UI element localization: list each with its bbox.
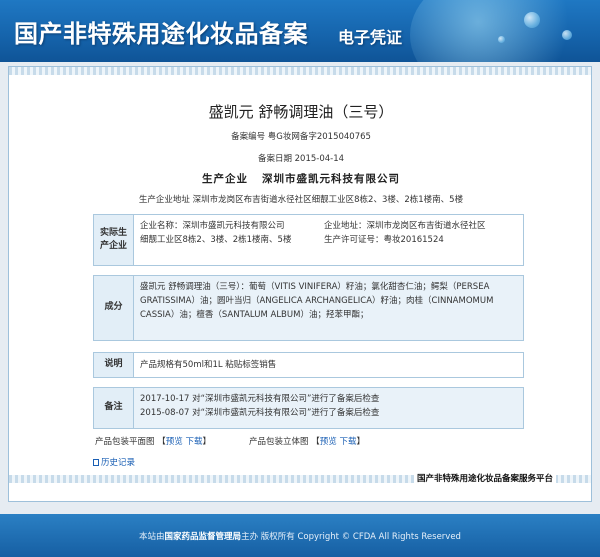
banner-title: 国产非特殊用途化妆品备案 (14, 19, 308, 48)
notes-section: 说明 产品规格有50ml和1L 粘贴标签销售 (93, 352, 524, 378)
footer: 本站由 国家药品监督管理局 主办 版权所有 Copyright © CFDA All… (0, 514, 600, 557)
registration-date: 备案日期 2015-04-14 (257, 154, 345, 164)
package-plan-preview-link[interactable]: 预览 (166, 437, 183, 447)
remark-item: 2015-08-07 对“深圳市盛凯元科技有限公司”进行了备案后检查 (140, 408, 380, 419)
bracket: 【 (157, 437, 166, 447)
production-license: 生产许可证号：粤妆20161524 (324, 235, 444, 246)
banner-subtitle: 电子凭证 (338, 28, 403, 47)
footer-copyright: 主办 版权所有 Copyright © CFDA All Rights Rese… (241, 531, 461, 542)
bracket: 】 (202, 437, 211, 447)
document-icon (93, 459, 99, 466)
bracket: 】 (356, 437, 365, 447)
package-plan-label: 产品包装平面图 (95, 437, 155, 447)
manufacturer-label: 生产企业 (202, 173, 248, 185)
section-label: 成分 (94, 276, 134, 340)
enterprise-info: 企业名称：深圳市盛凯元科技有限公司 企业地址：深圳市龙岗区布吉街道水径社区 细靓… (134, 215, 523, 265)
bubble-decoration (498, 36, 505, 43)
manufacturer-heading: 生产企业 深圳市盛凯元科技有限公司 (9, 171, 593, 186)
package-stereo-download-link[interactable]: 下载 (339, 437, 356, 447)
section-label: 实际生产企业 (94, 215, 134, 265)
footer-org: 国家药品监督管理局 (164, 531, 242, 542)
history-link[interactable]: 历史记录 (93, 456, 135, 468)
actual-enterprise-section: 实际生产企业 企业名称：深圳市盛凯元科技有限公司 企业地址：深圳市龙岗区布吉街道… (93, 214, 524, 266)
package-plan-row: 产品包装平面图 【预览 下载】 (95, 435, 211, 447)
manufacturer-address: 生产企业地址 深圳市龙岗区布吉街道水径社区细靓工业区8栋2、3楼、2栋1楼南、5… (138, 195, 464, 205)
enterprise-address-part2: 细靓工业区8栋2、3楼、2栋1楼南、5楼 (140, 235, 292, 246)
package-stereo-preview-link[interactable]: 预览 (320, 437, 337, 447)
history-label[interactable]: 历史记录 (101, 458, 135, 468)
package-stereo-row: 产品包装立体图 【预览 下载】 (249, 435, 365, 447)
ingredients-text: 盛凯元 舒畅调理油（三号）：葡萄（VITIS VINIFERA）籽油；氯化甜杏仁… (134, 276, 523, 340)
package-stereo-label: 产品包装立体图 (249, 437, 309, 447)
certificate-frame: 盛凯元 舒畅调理油（三号） 备案编号 粤G妆网备字2015040765 备案日期… (8, 66, 592, 502)
frame-border-top (9, 67, 591, 75)
remark-item: 2017-10-17 对“深圳市盛凯元科技有限公司”进行了备案后检查 (140, 394, 380, 404)
notes-text: 产品规格有50ml和1L 粘贴标签销售 (140, 359, 277, 370)
section-label: 说明 (94, 353, 134, 377)
package-plan-download-link[interactable]: 下载 (185, 437, 202, 447)
registration-number: 备案编号 粤G妆网备字2015040765 (231, 132, 371, 142)
remarks-list: 2017-10-17 对“深圳市盛凯元科技有限公司”进行了备案后检查 2015-… (134, 388, 523, 428)
footer-prefix: 本站由 (139, 531, 165, 542)
enterprise-address-part1: 企业地址：深圳市龙岗区布吉街道水径社区 (324, 221, 486, 231)
section-label: 备注 (94, 388, 134, 428)
header-banner: 国产非特殊用途化妆品备案 电子凭证 (0, 0, 600, 62)
product-title: 盛凯元 舒畅调理油（三号） (208, 103, 394, 121)
bubble-decoration (562, 30, 572, 40)
banner-glow (410, 0, 580, 62)
enterprise-name: 企业名称：深圳市盛凯元科技有限公司 (140, 221, 285, 231)
platform-name: 国产非特殊用途化妆品备案服务平台 (414, 472, 557, 484)
manufacturer-name: 深圳市盛凯元科技有限公司 (262, 173, 400, 185)
bracket: 【 (311, 437, 320, 447)
remarks-section: 备注 2017-10-17 对“深圳市盛凯元科技有限公司”进行了备案后检查 20… (93, 387, 524, 429)
ingredients-section: 成分 盛凯元 舒畅调理油（三号）：葡萄（VITIS VINIFERA）籽油；氯化… (93, 275, 524, 341)
bubble-decoration (524, 12, 540, 28)
